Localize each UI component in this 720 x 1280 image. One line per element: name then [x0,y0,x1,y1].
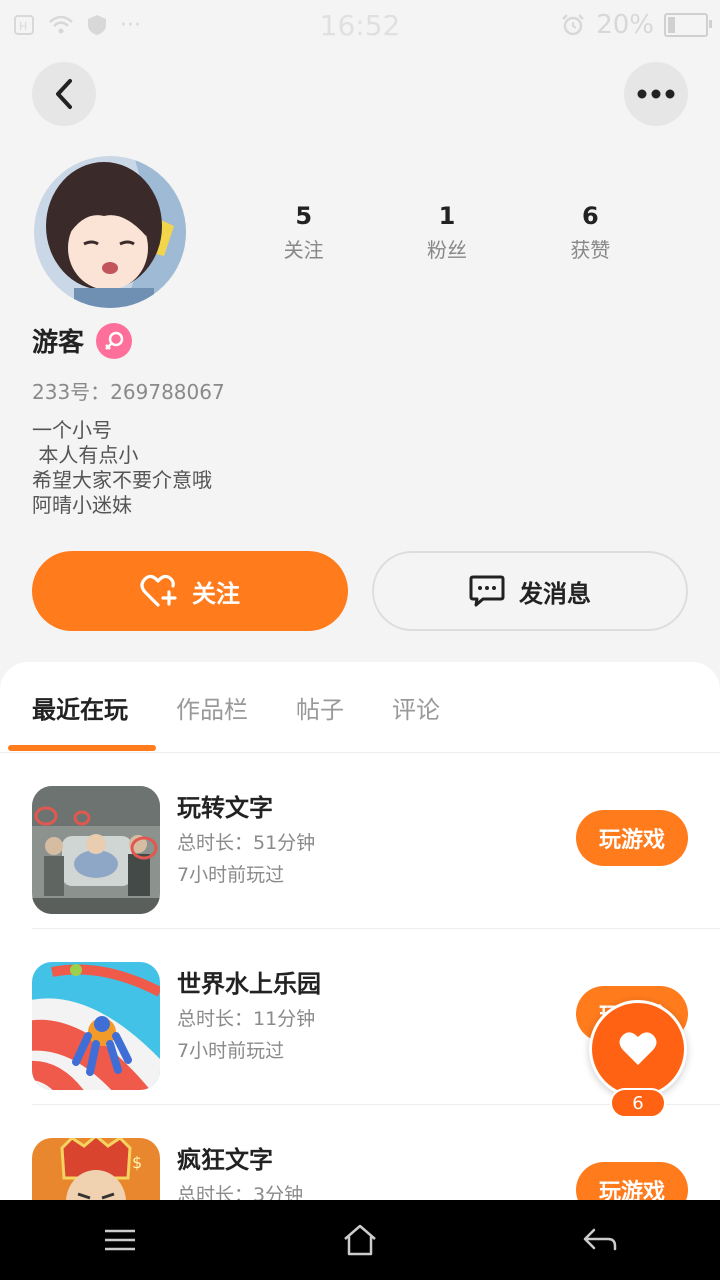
profile-stats: 5 关注 1 粉丝 6 获赞 [232,198,662,266]
home-icon[interactable] [330,1220,390,1260]
game-title: 玩转文字 [177,794,273,822]
like-count-badge: 6 [610,1088,666,1118]
svg-text:H: H [19,20,27,33]
more-notifications-icon: ··· [120,12,141,38]
stat-value: 5 [295,202,313,230]
stat-value: 6 [581,202,599,230]
stat-followers[interactable]: 1 粉丝 [375,198,518,266]
heart-icon [619,1032,657,1065]
game-title: 世界水上乐园 [177,970,321,998]
stat-likes[interactable]: 6 获赞 [519,198,662,266]
message-button[interactable]: 发消息 [372,551,688,631]
tab-bar: 最近在玩 作品栏 帖子 评论 [0,662,720,753]
stat-label: 粉丝 [426,238,467,262]
more-horizontal-icon [637,89,675,99]
back-button[interactable] [32,62,96,126]
game-duration: 总时长：3分钟 [177,1184,304,1202]
user-id: 233号：269788067 [32,380,225,404]
stat-label: 获赞 [570,238,611,262]
wifi-icon [49,15,73,34]
sim-icon: H [14,15,34,35]
like-button[interactable] [589,1000,687,1098]
game-list-item[interactable]: $ $ 疯狂文字 总时长：3分钟 玩游戏 [32,1104,720,1202]
system-nav-bar [0,1200,720,1280]
alarm-icon [562,14,585,36]
tab-works[interactable]: 作品栏 [176,690,248,725]
svg-text:$: $ [132,1153,142,1172]
more-options-button[interactable] [624,62,688,126]
username-row: 游客 [32,322,133,359]
follow-label: 关注 [192,579,240,608]
game-duration: 总时长：51分钟 [177,832,316,854]
stat-following[interactable]: 5 关注 [232,198,375,266]
battery-percent: 20% [596,10,654,40]
back-arrow-icon[interactable] [570,1220,630,1260]
user-bio: 一个小号 本人有点小 希望大家不要介意哦 阿晴小迷妹 [32,418,212,517]
avatar-image [34,156,186,308]
game-icon [32,962,160,1090]
tab-posts[interactable]: 帖子 [296,690,344,725]
heart-plus-icon [140,574,177,607]
avatar[interactable] [34,156,186,308]
game-duration: 总时长：11分钟 [177,1008,316,1030]
game-last-played: 7小时前玩过 [177,864,285,886]
clock: 16:52 [319,8,401,42]
battery-icon [664,13,712,37]
message-label: 发消息 [519,579,591,608]
follow-button[interactable]: 关注 [32,551,348,631]
game-icon: $ $ [32,1138,160,1202]
shield-icon [88,15,106,35]
chat-bubble-icon [469,575,505,607]
game-last-played: 7小时前玩过 [177,1040,285,1062]
game-list-item[interactable]: 玩转文字 总时长：51分钟 7小时前玩过 玩游戏 [32,752,720,929]
game-title: 疯狂文字 [177,1146,273,1174]
status-bar: H ··· 16:52 20% [0,0,720,50]
play-game-button[interactable]: 玩游戏 [576,810,688,866]
stat-value: 1 [438,202,456,230]
content-panel: 最近在玩 作品栏 帖子 评论 玩转文字 总时长：51分钟 7小时前玩过 玩游戏 … [0,662,720,1202]
stat-label: 关注 [283,238,324,262]
game-icon [32,786,160,914]
female-icon [96,322,133,359]
tab-indicator [8,745,156,751]
chevron-left-icon [56,79,72,109]
tab-recently-played[interactable]: 最近在玩 [32,690,128,725]
play-game-button[interactable]: 玩游戏 [576,1162,688,1202]
username: 游客 [32,328,85,358]
tab-comments[interactable]: 评论 [392,690,440,725]
menu-icon[interactable] [90,1220,150,1260]
